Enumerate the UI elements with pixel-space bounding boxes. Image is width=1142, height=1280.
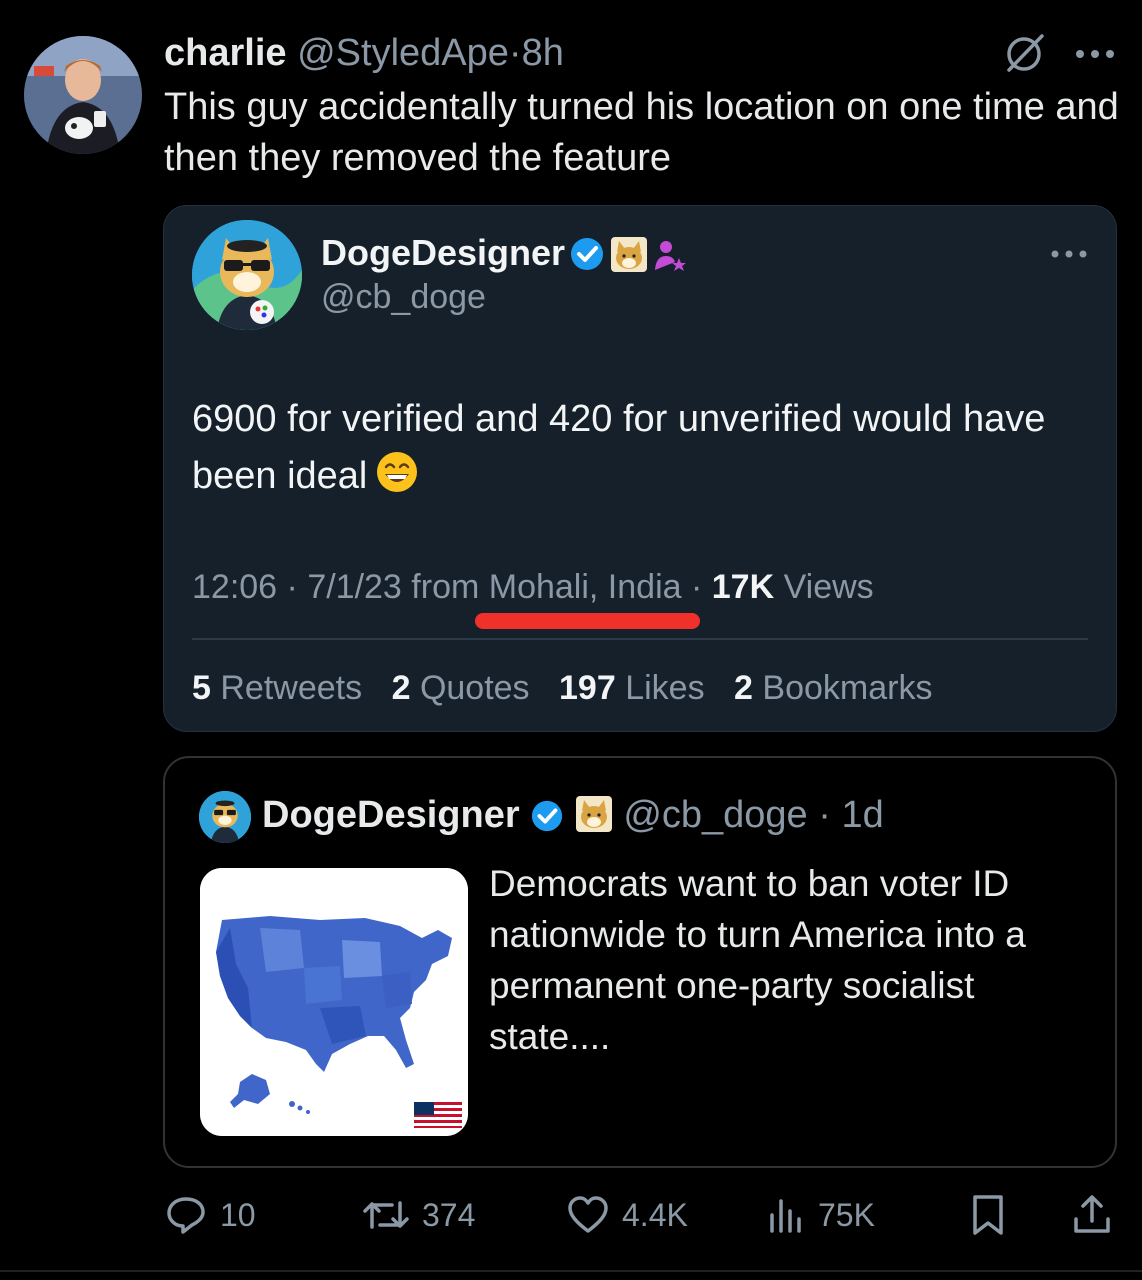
share-icon — [1074, 1195, 1110, 1233]
retweet-count: 374 — [422, 1196, 476, 1233]
tweet-screenshot-image[interactable]: DogeDesigner @cb_doge 6900 for verified … — [163, 205, 1117, 732]
bookmark-icon — [973, 1195, 1003, 1235]
author-handle[interactable]: @StyledApe — [297, 32, 509, 74]
verified-badge-icon — [571, 238, 603, 270]
screenshot-date: 7/1/23 — [307, 568, 402, 606]
author-name[interactable]: charlie — [164, 32, 287, 74]
retweet-icon — [363, 1201, 409, 1229]
quoted-tweet-text: Democrats want to ban voter ID nationwid… — [489, 863, 1026, 1057]
bottom-divider — [0, 1270, 1142, 1272]
stat-count: 5 — [192, 669, 211, 707]
stat-count: 2 — [734, 669, 753, 707]
quoted-author-avatar[interactable] — [199, 791, 251, 843]
views-icon — [770, 1199, 801, 1233]
like-count: 4.4K — [622, 1196, 688, 1233]
reply-count: 10 — [220, 1196, 256, 1233]
screenshot-views-count: 17K — [711, 568, 775, 606]
screenshot-meta: 12:06 · 7/1/23 from Mohali, India · 17K … — [192, 568, 874, 606]
grin-emoji-icon — [377, 452, 418, 492]
reply-button[interactable]: 10 — [164, 1190, 256, 1240]
screenshot-author-handle: @cb_doge — [321, 278, 486, 316]
quoted-tweet-time[interactable]: 1d — [841, 794, 883, 836]
stat-label: Retweets — [220, 669, 363, 707]
bookmark-button[interactable] — [968, 1190, 1020, 1240]
screenshot-from-label: from — [411, 568, 480, 606]
screenshot-badges — [569, 234, 699, 276]
tweet-text: This guy accidentally turned his locatio… — [164, 86, 1119, 179]
quoted-tweet-card[interactable]: DogeDesigner @cb_doge · 1d Democrats wan… — [163, 756, 1117, 1168]
share-button[interactable] — [1070, 1190, 1126, 1240]
like-icon — [568, 1196, 608, 1233]
screenshot-tweet-text: 6900 for verified and 420 for unverified… — [192, 391, 1092, 505]
quoted-tweet-header: DogeDesigner @cb_doge · 1d — [262, 794, 884, 836]
doge-badge-icon — [611, 237, 647, 272]
stat-count: 2 — [391, 669, 411, 707]
views-button[interactable]: 75K — [766, 1190, 875, 1240]
screenshot-divider — [192, 638, 1088, 640]
more-icon[interactable] — [1072, 44, 1118, 64]
verified-badge-icon — [532, 800, 563, 832]
separator: · — [508, 32, 522, 74]
views-count: 75K — [818, 1196, 875, 1233]
author-avatar[interactable] — [24, 36, 142, 154]
retweet-button[interactable]: 374 — [362, 1190, 475, 1240]
screenshot-time: 12:06 — [192, 568, 278, 606]
quoted-author-name[interactable]: DogeDesigner — [262, 794, 520, 836]
stat-label: Likes — [625, 669, 705, 707]
reply-icon — [167, 1197, 205, 1234]
tweet-header: charlie @StyledApe·8h — [164, 30, 564, 76]
stat-count: 197 — [559, 669, 616, 707]
screenshot-views-label: Views — [783, 568, 874, 606]
screenshot-author-avatar — [192, 220, 302, 330]
us-map-thumbnail[interactable] — [200, 868, 468, 1136]
tweet-action-bar: 10 374 4.4K 75K — [0, 1190, 1142, 1240]
screenshot-location: Mohali, India — [488, 568, 682, 606]
screenshot-stats: 5 Retweets 2 Quotes 197 Likes 2 Bookmark… — [192, 669, 932, 708]
screenshot-text-content: 6900 for verified and 420 for unverified… — [192, 398, 1046, 497]
stat-label: Quotes — [419, 669, 530, 707]
stat-label: Bookmarks — [762, 669, 933, 707]
location-highlight-underline — [475, 613, 700, 629]
like-button[interactable]: 4.4K — [566, 1190, 688, 1240]
quoted-author-handle[interactable]: @cb_doge — [623, 794, 807, 836]
screenshot-author-name: DogeDesigner — [321, 232, 566, 273]
us-flag-icon — [414, 1102, 462, 1128]
affiliate-icon — [655, 241, 686, 271]
doge-badge-icon — [575, 796, 612, 832]
screenshot-more-icon — [1049, 246, 1089, 262]
tweet-time[interactable]: 8h — [522, 32, 564, 74]
grok-icon[interactable] — [1002, 30, 1048, 76]
